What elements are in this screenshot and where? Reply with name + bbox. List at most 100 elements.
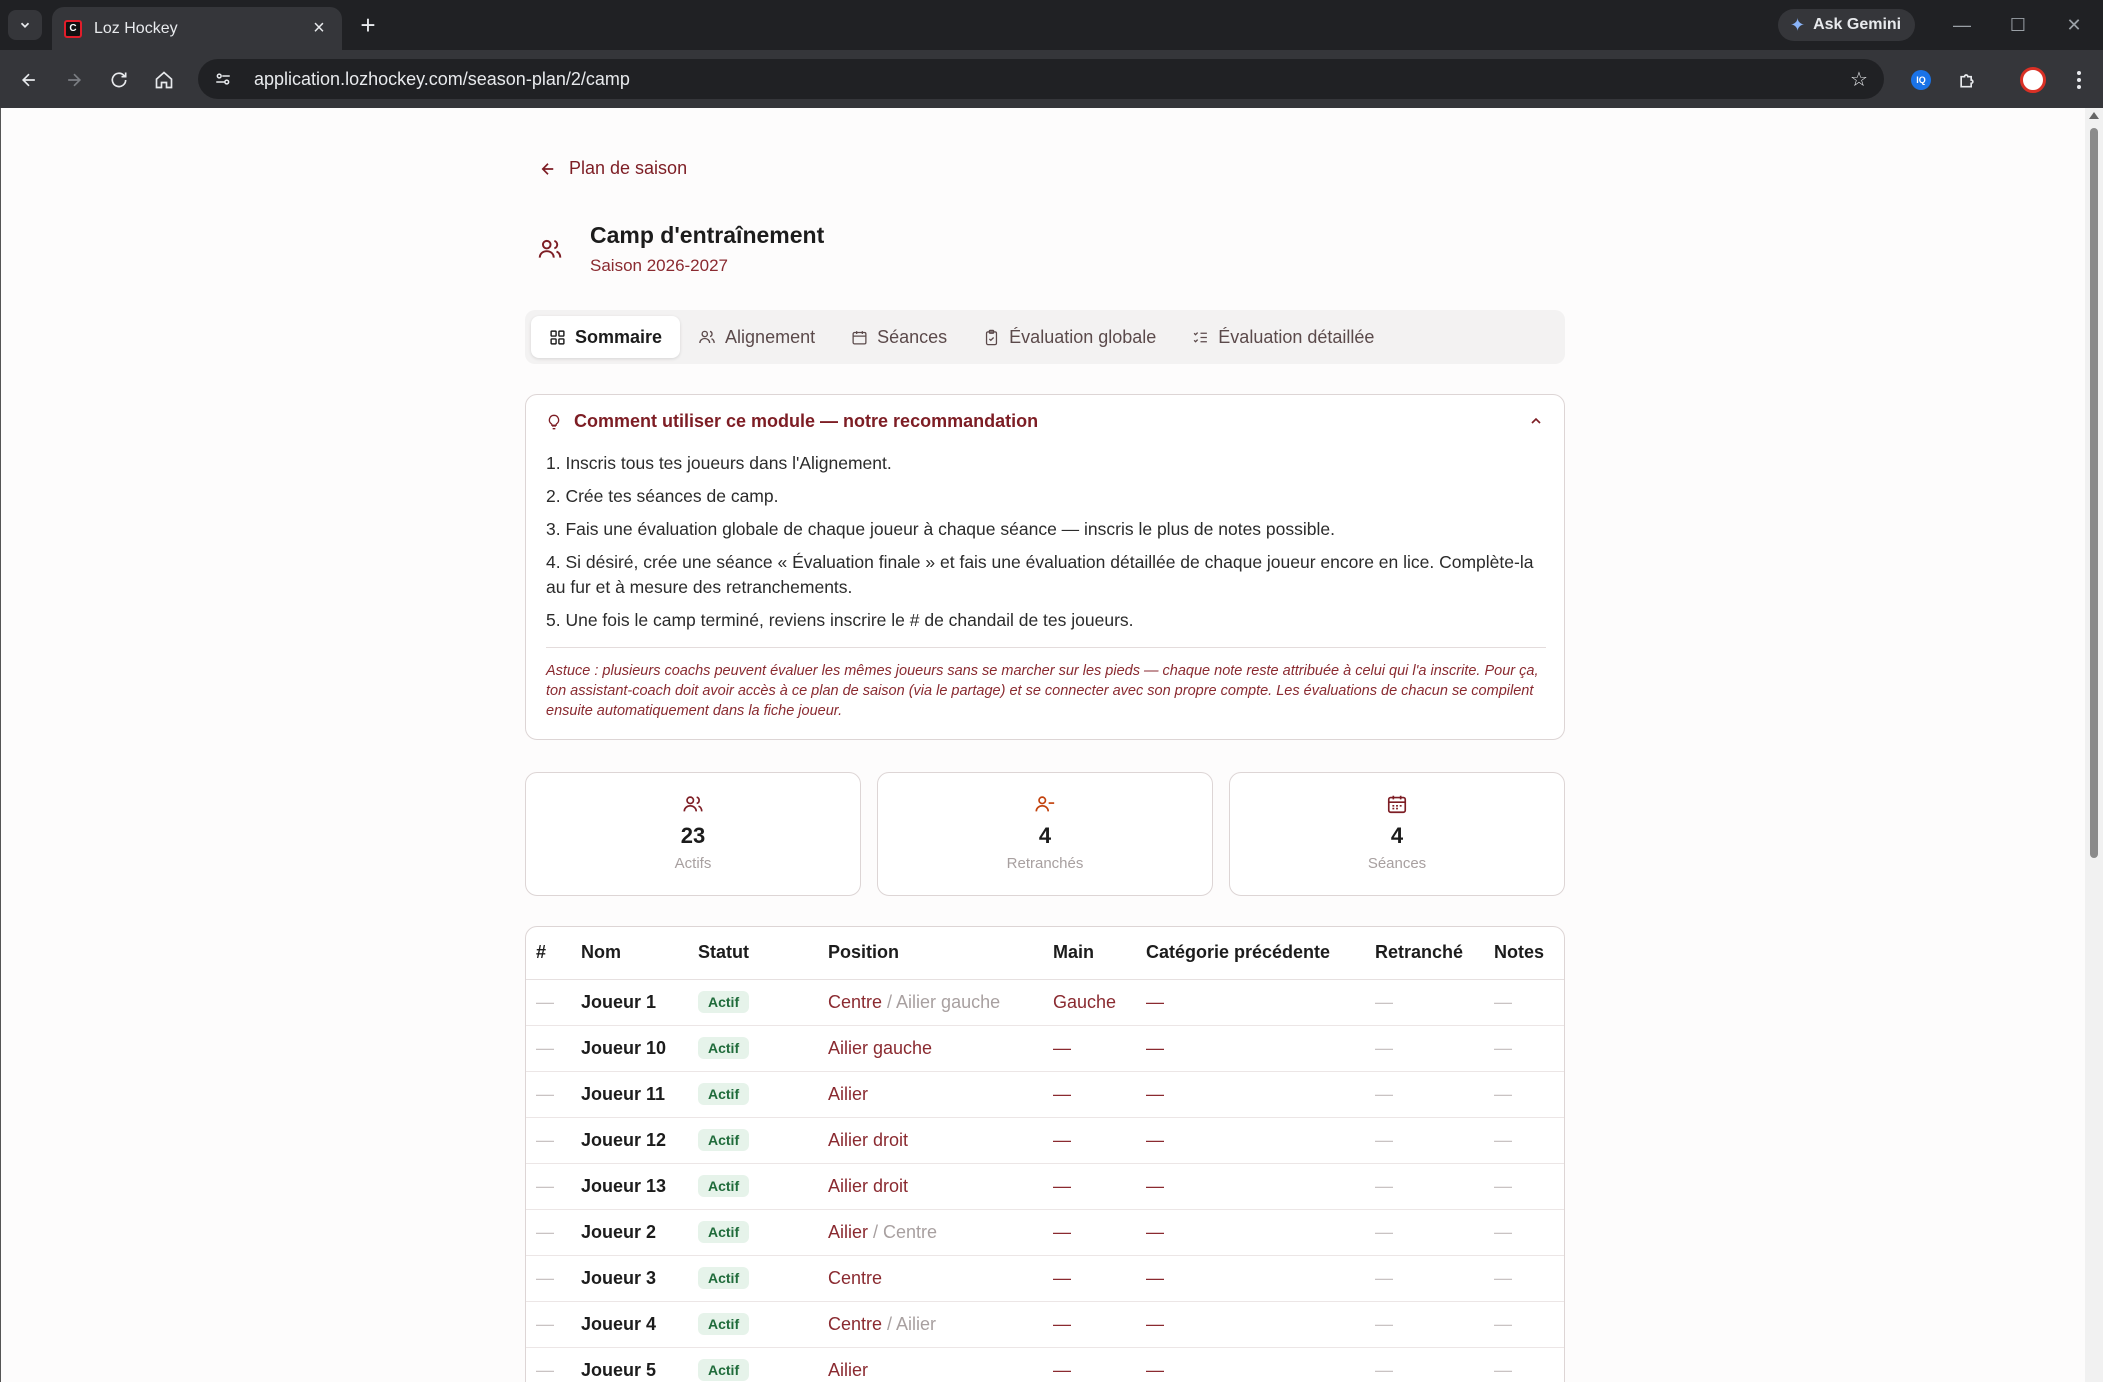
browser-menu-button[interactable] xyxy=(2064,65,2094,95)
jersey-number: — xyxy=(536,1129,554,1150)
home-icon xyxy=(155,71,173,89)
column-header-main[interactable]: Main xyxy=(1053,927,1146,980)
column-header-nom[interactable]: Nom xyxy=(581,927,698,980)
column-header-number[interactable]: # xyxy=(526,927,581,980)
tab-label: Sommaire xyxy=(575,326,663,347)
table-row[interactable]: — Joueur 13 Actif Ailier droit — — — — xyxy=(526,1163,1564,1210)
stat-card-actifs: 23 Actifs xyxy=(525,772,861,896)
lightbulb-icon xyxy=(548,414,560,429)
ask-gemini-button[interactable]: ✦ Ask Gemini xyxy=(1778,9,1916,41)
player-name[interactable]: Joueur 11 xyxy=(581,1071,698,1118)
table-row[interactable]: — Joueur 2 Actif Ailier / Centre — — — — xyxy=(526,1209,1564,1256)
recommendation-steps: 1. Inscris tous tes joueurs dans l'Align… xyxy=(546,451,1546,641)
url-text[interactable]: application.lozhockey.com/season-plan/2/… xyxy=(254,69,1842,90)
profile-button[interactable] xyxy=(2018,65,2048,95)
table-header-row: # Nom Statut Position Main Catégorie pré… xyxy=(526,927,1564,980)
reload-button[interactable] xyxy=(102,63,136,97)
extension-button[interactable]: IQ xyxy=(1906,65,1936,95)
position-cell: Ailier xyxy=(828,1347,1053,1382)
close-icon[interactable]: × xyxy=(308,17,330,40)
table-row[interactable]: — Joueur 3 Actif Centre — — — — xyxy=(526,1255,1564,1302)
jersey-number: — xyxy=(536,991,554,1012)
tab-label: Évaluation détaillée xyxy=(1218,326,1375,347)
extension-label: IQ xyxy=(1916,75,1926,85)
column-header-notes[interactable]: Notes xyxy=(1494,927,1564,980)
recommendation-tip: Astuce : plusieurs coachs peuvent évalue… xyxy=(546,663,1539,719)
player-name[interactable]: Joueur 10 xyxy=(581,1025,698,1072)
primary-position: Ailier gauche xyxy=(828,1037,933,1058)
extensions-menu-button[interactable] xyxy=(1952,65,1982,95)
address-bar[interactable]: application.lozhockey.com/season-plan/2/… xyxy=(198,59,1884,99)
window-close-button[interactable]: ✕ xyxy=(2046,8,2102,42)
tab-evaluation-globale[interactable]: Évaluation globale xyxy=(965,316,1174,358)
back-link-label: Plan de saison xyxy=(569,158,688,178)
position-cell: Centre / Ailier gauche xyxy=(828,979,1053,1026)
table-row[interactable]: — Joueur 5 Actif Ailier — — — — xyxy=(526,1347,1564,1382)
home-button[interactable] xyxy=(147,63,181,97)
stat-label: Actifs xyxy=(674,855,712,872)
primary-position: Centre xyxy=(828,1313,883,1334)
puzzle-icon xyxy=(1960,74,1974,88)
tab-seances[interactable]: Séances xyxy=(833,316,965,358)
jersey-number: — xyxy=(536,1175,554,1196)
jersey-number: — xyxy=(536,1083,554,1104)
new-tab-button[interactable]: + xyxy=(352,10,384,40)
browser-tab[interactable]: C Loz Hockey × xyxy=(52,7,342,50)
chevron-down-icon xyxy=(20,22,30,28)
status-badge: Actif xyxy=(698,1037,750,1059)
player-name[interactable]: Joueur 3 xyxy=(581,1255,698,1302)
forward-button[interactable] xyxy=(57,63,91,97)
column-header-statut[interactable]: Statut xyxy=(698,927,828,980)
player-name[interactable]: Joueur 13 xyxy=(581,1163,698,1210)
back-link[interactable]: Plan de saison xyxy=(539,158,687,179)
main-cell: — xyxy=(1053,1071,1146,1118)
tab-alignement[interactable]: Alignement xyxy=(680,316,833,358)
scroll-up-arrow-icon[interactable] xyxy=(2089,112,2099,119)
player-name[interactable]: Joueur 4 xyxy=(581,1301,698,1348)
tab-strip: C Loz Hockey × + ✦ Ask Gemini — ☐ ✕ xyxy=(0,0,2103,50)
bookmark-star-icon[interactable]: ☆ xyxy=(1842,67,1876,92)
site-info-icon[interactable] xyxy=(212,68,234,90)
position-separator: / xyxy=(882,991,897,1012)
page-title: Camp d'entraînement xyxy=(590,222,825,248)
table-row[interactable]: — Joueur 4 Actif Centre / Ailier — — — — xyxy=(526,1301,1564,1348)
column-header-position[interactable]: Position xyxy=(828,927,1053,980)
player-name[interactable]: Joueur 5 xyxy=(581,1347,698,1382)
scrollbar[interactable] xyxy=(2085,108,2103,1382)
minimize-button[interactable]: — xyxy=(1934,8,1990,42)
recommendation-toggle[interactable]: Comment utiliser ce module — notre recom… xyxy=(546,411,1038,432)
notes-cell: — xyxy=(1494,1209,1564,1256)
categorie-cell: — xyxy=(1146,1301,1375,1348)
back-button[interactable] xyxy=(12,63,46,97)
table-row[interactable]: — Joueur 11 Actif Ailier — — — — xyxy=(526,1071,1564,1118)
position-cell: Centre xyxy=(828,1255,1053,1302)
jersey-number: — xyxy=(536,1037,554,1058)
table-row[interactable]: — Joueur 1 Actif Centre / Ailier gauche Gauc… xyxy=(526,979,1564,1026)
tab-evaluation-detaillee[interactable]: Évaluation détaillée xyxy=(1174,316,1392,358)
chevron-up-icon[interactable] xyxy=(1528,413,1544,434)
maximize-button[interactable]: ☐ xyxy=(1990,8,2046,42)
position-cell: Ailier / Centre xyxy=(828,1209,1053,1256)
stat-card-retranches: 4 Retranchés xyxy=(877,772,1213,896)
recommendation-step: 4. Si désiré, crée une séance « Évaluati… xyxy=(546,552,1534,597)
notes-cell: — xyxy=(1494,1301,1564,1348)
divider xyxy=(546,647,1546,648)
column-header-retranche[interactable]: Retranché xyxy=(1375,927,1494,980)
position-cell: Ailier droit xyxy=(828,1163,1053,1210)
tab-label: Alignement xyxy=(725,326,816,347)
player-name[interactable]: Joueur 2 xyxy=(581,1209,698,1256)
scrollbar-thumb[interactable] xyxy=(2090,128,2098,858)
stat-value: 4 xyxy=(1390,823,1404,848)
avatar xyxy=(2020,67,2046,93)
table-row[interactable]: — Joueur 12 Actif Ailier droit — — — — xyxy=(526,1117,1564,1164)
main-cell: — xyxy=(1053,1117,1146,1164)
favicon-icon: C xyxy=(64,19,82,38)
tab-sommaire[interactable]: Sommaire xyxy=(531,316,681,358)
tab-search-button[interactable] xyxy=(8,10,42,40)
player-name[interactable]: Joueur 12 xyxy=(581,1117,698,1164)
player-name[interactable]: Joueur 1 xyxy=(581,979,698,1026)
notes-cell: — xyxy=(1494,979,1564,1026)
column-header-categorie[interactable]: Catégorie précédente xyxy=(1146,927,1375,980)
page-subtitle: Saison 2026-2027 xyxy=(590,256,729,275)
table-row[interactable]: — Joueur 10 Actif Ailier gauche — — — — xyxy=(526,1025,1564,1072)
